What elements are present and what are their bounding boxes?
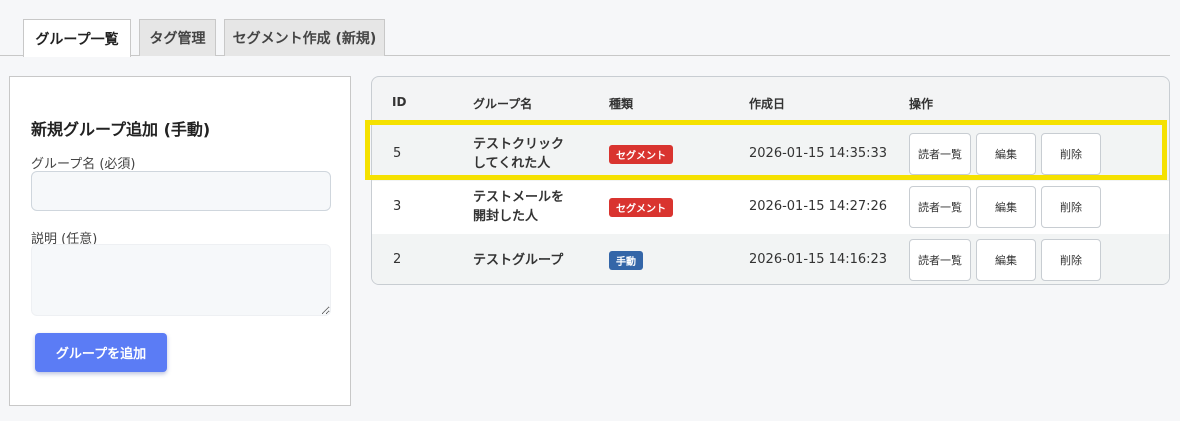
row-group-name-line: してくれた人 (473, 156, 551, 171)
row-id: 2 (393, 252, 402, 267)
row-group-name: テストグループ (473, 251, 583, 270)
delete-button[interactable]: 削除 (1041, 239, 1101, 281)
type-badge-segment: セグメント (609, 145, 673, 164)
row-group-name: テストメールを 開封した人 (473, 188, 583, 226)
header-created: 作成日 (749, 97, 786, 111)
header-type: 種類 (609, 97, 634, 111)
table-row: 2 テストグループ 手動 2026-01-15 14:16:23 読者一覧 編集… (372, 234, 1169, 284)
group-name-input[interactable] (31, 171, 331, 211)
type-badge-segment: セグメント (609, 198, 673, 217)
header-actions: 操作 (909, 97, 934, 111)
row-group-name-line: 開封した人 (473, 209, 539, 224)
edit-button[interactable]: 編集 (976, 186, 1036, 228)
tab-group-list[interactable]: グループ一覧 (23, 19, 131, 57)
table-row: 3 テストメールを 開封した人 セグメント 2026-01-15 14:27:2… (372, 181, 1169, 234)
type-badge-manual: 手動 (609, 251, 643, 270)
tab-bar: グループ一覧 タグ管理 セグメント作成 (新規) (0, 0, 1170, 57)
row-group-name-line: テストグループ (473, 253, 564, 268)
delete-button[interactable]: 削除 (1041, 133, 1101, 175)
row-group-name-line: テストメールを (473, 190, 565, 205)
row-created-date: 2026-01-15 14:35:33 (749, 146, 888, 161)
edit-button[interactable]: 編集 (976, 133, 1036, 175)
description-textarea[interactable] (31, 244, 331, 316)
group-table: ID グループ名 種類 作成日 操作 5 テストクリック してくれた人 セグメン… (371, 76, 1170, 285)
table-row: 5 テストクリック してくれた人 セグメント 2026-01-15 14:35:… (372, 128, 1169, 181)
group-name-label: グループ名 (必須) (31, 157, 136, 172)
row-id: 5 (393, 146, 402, 161)
add-group-button[interactable]: グループを追加 (35, 333, 167, 372)
row-group-name: テストクリック してくれた人 (473, 135, 583, 173)
tab-tag-management[interactable]: タグ管理 (139, 19, 216, 56)
header-name: グループ名 (473, 97, 533, 111)
readers-list-button[interactable]: 読者一覧 (909, 133, 971, 175)
row-created-date: 2026-01-15 14:27:26 (749, 199, 888, 214)
add-group-panel: 新規グループ追加 (手動) グループ名 (必須) 説明 (任意) グループを追加 (9, 76, 351, 406)
row-group-name-line: テストクリック (473, 137, 565, 152)
header-id: ID (392, 95, 407, 109)
add-group-title: 新規グループ追加 (手動) (31, 120, 211, 139)
readers-list-button[interactable]: 読者一覧 (909, 239, 971, 281)
edit-button[interactable]: 編集 (976, 239, 1036, 281)
row-id: 3 (393, 199, 402, 214)
row-created-date: 2026-01-15 14:16:23 (749, 252, 888, 267)
readers-list-button[interactable]: 読者一覧 (909, 186, 971, 228)
tab-segment-create[interactable]: セグメント作成 (新規) (224, 19, 385, 56)
delete-button[interactable]: 削除 (1041, 186, 1101, 228)
